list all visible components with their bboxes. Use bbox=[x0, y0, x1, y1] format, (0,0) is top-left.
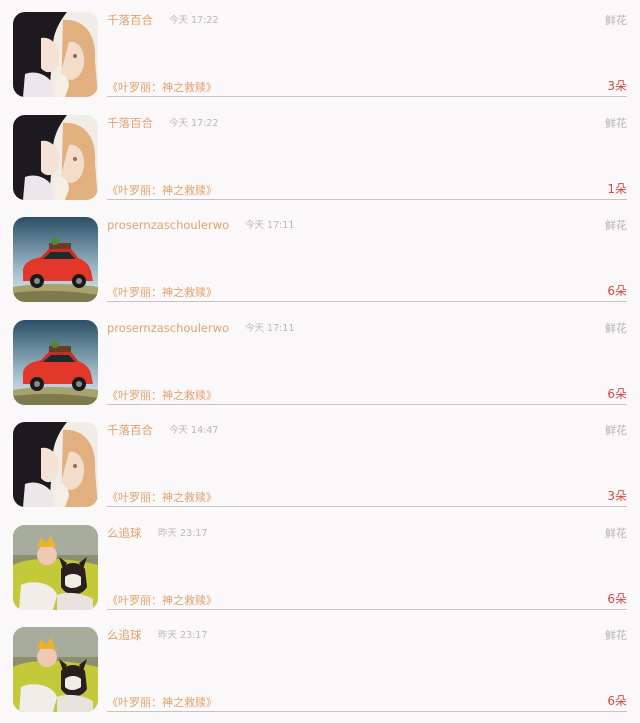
anime-icon bbox=[13, 114, 98, 200]
list-item[interactable]: 么追球 昨天 23:17 鲜花《叶罗丽：神之救赎》 6朵 bbox=[0, 513, 640, 615]
list-item[interactable]: 千落百合 今天 17:22 鲜花《叶罗丽：神之救赎》 1朵 bbox=[0, 103, 640, 205]
book-title-link[interactable]: 《叶罗丽：神之救赎》 bbox=[107, 80, 217, 96]
avatar[interactable] bbox=[13, 114, 98, 200]
flower-count: 3朵 bbox=[607, 79, 627, 93]
avatar[interactable] bbox=[13, 524, 98, 610]
divider bbox=[107, 711, 627, 712]
anime-icon bbox=[13, 12, 98, 97]
baby-dog-icon bbox=[13, 627, 98, 712]
flower-count: 6朵 bbox=[607, 694, 627, 708]
gift-type-label: 鲜花 bbox=[605, 14, 627, 27]
anime-icon bbox=[13, 422, 98, 507]
flower-count: 1朵 bbox=[607, 181, 627, 196]
gift-type-label: 鲜花 bbox=[605, 526, 627, 540]
list-item[interactable]: 千落百合 今天 14:47 鲜花《叶罗丽：神之救赎》 3朵 bbox=[0, 410, 640, 512]
list-item[interactable]: 么追球 昨天 23:17 鲜花《叶罗丽：神之救赎》 6朵 bbox=[0, 615, 640, 717]
avatar[interactable] bbox=[13, 12, 98, 97]
book-title-link[interactable]: 《叶罗丽：神之救赎》 bbox=[107, 285, 217, 301]
divider bbox=[107, 506, 627, 507]
username[interactable]: 么追球 bbox=[107, 525, 142, 541]
list-item[interactable]: prosernzaschoulerwo 今天 17:11 鲜花《叶罗丽：神之救赎》 6… bbox=[0, 205, 640, 307]
avatar[interactable] bbox=[13, 627, 98, 712]
timestamp: 今天 17:22 bbox=[169, 117, 219, 129]
username[interactable]: 千落百合 bbox=[107, 115, 153, 131]
gift-type-label: 鲜花 bbox=[605, 424, 627, 437]
timestamp: 昨天 23:17 bbox=[158, 527, 208, 539]
timestamp: 昨天 23:17 bbox=[158, 630, 208, 641]
flower-count: 6朵 bbox=[607, 386, 627, 401]
username[interactable]: 千落百合 bbox=[107, 12, 153, 28]
gift-type-label: 鲜花 bbox=[605, 321, 627, 335]
avatar[interactable] bbox=[13, 319, 98, 405]
flower-record-list: 千落百合 今天 17:22 鲜花 《叶罗丽：神之救赎》 3朵 千落百合 今天 17:22 鲜… bbox=[0, 0, 640, 723]
username[interactable]: prosernzaschoulerwo bbox=[107, 217, 229, 233]
baby-dog-icon bbox=[13, 524, 98, 610]
flower-count: 6朵 bbox=[607, 284, 627, 298]
flower-count: 3朵 bbox=[607, 489, 627, 503]
book-title-link[interactable]: 《叶罗丽：神之救赎》 bbox=[107, 593, 217, 609]
divider bbox=[107, 403, 627, 405]
username[interactable]: 千落百合 bbox=[107, 422, 153, 438]
divider bbox=[107, 198, 627, 200]
gift-type-label: 鲜花 bbox=[605, 629, 627, 642]
divider bbox=[107, 301, 627, 302]
car-icon bbox=[13, 217, 98, 302]
avatar[interactable] bbox=[13, 217, 98, 302]
car-icon bbox=[13, 319, 98, 405]
book-title-link[interactable]: 《叶罗丽：神之救赎》 bbox=[107, 183, 217, 199]
book-title-link[interactable]: 《叶罗丽：神之救赎》 bbox=[107, 695, 217, 711]
list-item[interactable]: 千落百合 今天 17:22 鲜花《叶罗丽：神之救赎》 3朵 bbox=[0, 0, 640, 102]
timestamp: 今天 17:11 bbox=[245, 322, 295, 334]
flower-count: 6朵 bbox=[607, 591, 627, 606]
avatar[interactable] bbox=[13, 422, 98, 507]
timestamp: 今天 17:11 bbox=[245, 220, 295, 231]
gift-type-label: 鲜花 bbox=[605, 116, 627, 130]
username[interactable]: prosernzaschoulerwo bbox=[107, 320, 229, 336]
timestamp: 今天 14:47 bbox=[169, 425, 219, 436]
book-title-link[interactable]: 《叶罗丽：神之救赎》 bbox=[107, 490, 217, 506]
divider bbox=[107, 608, 627, 610]
book-title-link[interactable]: 《叶罗丽：神之救赎》 bbox=[107, 388, 217, 404]
username[interactable]: 么追球 bbox=[107, 627, 142, 643]
list-item[interactable]: prosernzaschoulerwo 今天 17:11 鲜花《叶罗丽：神之救赎》 6… bbox=[0, 308, 640, 410]
gift-type-label: 鲜花 bbox=[605, 219, 627, 232]
divider bbox=[107, 96, 627, 97]
timestamp: 今天 17:22 bbox=[169, 15, 219, 26]
